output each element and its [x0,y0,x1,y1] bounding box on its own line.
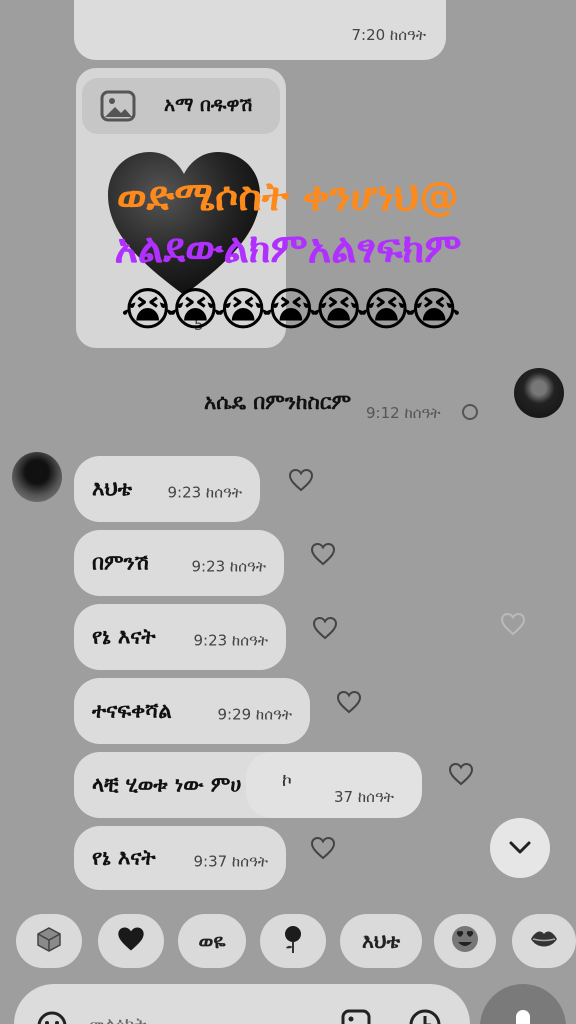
contact-avatar-right[interactable] [514,368,564,418]
rose-icon [281,924,305,959]
black-heart-icon [116,925,146,958]
message-text: ተናፍቀሻል [92,698,172,723]
message-time: 9:23 ከሰዓት [167,483,242,502]
shared-post-header[interactable]: አማ በዱዋሽ [82,78,280,134]
message-text: በምንሽ [92,550,149,575]
sent-status-icon [462,404,478,420]
overlapping-message-fragment: ኮ 37 ከሰዓት [246,752,422,818]
chat-screen: 7:20 ከሰዓት አማ በዱዋሽ 5 ወድሜሶስት ቀንሆነህ@ አልደውልክ… [0,0,576,1024]
black-heart-image [104,150,264,300]
quick-reaction-text-2[interactable]: እህቴ [340,914,422,968]
message-time: 9:23 ከሰዓት [191,557,266,576]
heart-eyes-icon [450,924,480,959]
overlay-caption-line1: ወድሜሶስት ቀንሆነህ@ [116,174,460,220]
gallery-icon[interactable] [340,1008,372,1024]
scroll-to-bottom-button[interactable] [490,818,550,878]
incoming-message-2[interactable]: በምንሽ 9:23 ከሰዓት [74,530,284,596]
incoming-message-4[interactable]: ተናፍቀሻል 9:29 ከሰዓት [74,678,310,744]
cube-sticker-icon [35,925,63,958]
quick-reaction-black-heart[interactable] [98,914,164,968]
emoji-icon[interactable] [36,1010,68,1024]
incoming-message-6[interactable]: የኔ እናት 9:37 ከሰዓት [74,826,286,890]
message-text: እህቴ [92,476,132,501]
message-time: 37 ከሰዓት [334,788,394,806]
overlay-caption-line2: አልደውልክምአልፃፍክም [114,226,462,272]
message-text: የኔ እናት [92,845,156,870]
incoming-message-1[interactable]: እህቴ 9:23 ከሰዓት [74,456,260,522]
like-heart-icon[interactable] [310,542,336,566]
incoming-message-3[interactable]: የኔ እናት 9:23 ከሰዓት [74,604,286,670]
message-text: የኔ እናት [92,624,156,649]
message-time: 9:23 ከሰዓት [193,631,268,650]
message-time: 9:29 ከሰዓት [217,705,292,724]
message-time: 7:20 ከሰዓት [351,26,426,44]
camera-icon[interactable] [408,1008,442,1024]
kiss-lips-icon [529,927,559,956]
message-fragment-text: ኮ [282,770,292,791]
microphone-icon [516,1010,530,1024]
faded-heart-icon [500,612,526,636]
chevron-down-icon [508,838,532,858]
like-heart-icon[interactable] [336,690,362,714]
shared-post-title: አማ በዱዋሽ [164,94,253,116]
quick-reaction-heart-eyes[interactable] [434,914,496,968]
image-icon [100,90,136,122]
like-heart-icon[interactable] [448,762,474,786]
quick-reaction-cube-sticker[interactable] [16,914,82,968]
message-bubble-outgoing-partial[interactable]: 7:20 ከሰዓት [74,0,446,60]
like-heart-icon[interactable] [310,836,336,860]
contact-avatar-left[interactable] [12,452,62,502]
overlay-crying-emojis: 😭😭😭😭😭😭😭 [120,282,461,336]
outgoing-message-text[interactable]: አሴዴ በምንከስርም [204,390,351,415]
voice-record-button[interactable] [480,984,566,1024]
quick-reaction-rose[interactable] [260,914,326,968]
message-text: ላቺ ሂወቱ ነው ምሀ [92,772,242,797]
message-composer[interactable]: መልዕክት [14,984,470,1024]
message-time: 9:37 ከሰዓት [193,852,268,871]
like-heart-icon[interactable] [288,468,314,492]
outgoing-message-time: 9:12 ከሰዓት [366,404,441,422]
quick-reaction-text-1[interactable]: ወዬ [178,914,246,968]
quick-reaction-label: ወዬ [198,929,226,953]
message-input-placeholder[interactable]: መልዕክት [88,1014,146,1024]
quick-reaction-kiss[interactable] [512,914,576,968]
quick-reaction-label: እህቴ [362,929,400,953]
like-heart-icon[interactable] [312,616,338,640]
